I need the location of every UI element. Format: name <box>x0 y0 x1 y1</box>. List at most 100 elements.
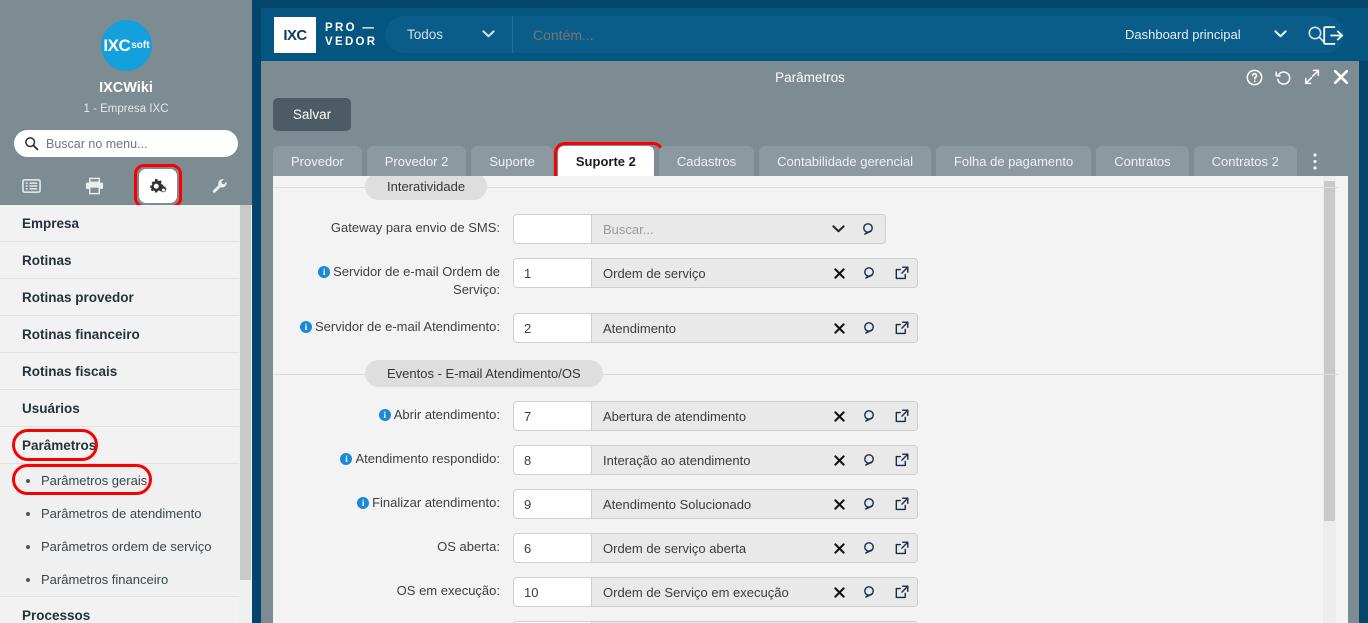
tab-bar: Provedor Provedor 2 Suporte Suporte 2 Ca… <box>273 142 1348 186</box>
search-icon[interactable] <box>855 446 886 474</box>
form-scrollbar-thumb[interactable] <box>1324 181 1335 521</box>
sidebar-item-empresa[interactable]: Empresa <box>0 205 252 242</box>
close-icon[interactable] <box>1332 68 1350 86</box>
id-input[interactable]: 6 <box>514 534 592 562</box>
logo-text: IXC <box>283 26 307 44</box>
sidebar-menu: Empresa Rotinas Rotinas provedor Rotinas… <box>0 205 252 623</box>
text-input[interactable]: Ordem de serviço aberta <box>592 534 824 562</box>
search-icon[interactable] <box>854 215 885 243</box>
tab-folha-de-pagamento[interactable]: Folha de pagamento <box>935 146 1092 176</box>
field-label: i Finalizar atendimento: <box>273 489 513 512</box>
sidebar-submenu: Parâmetros gerais Parâmetros de atendime… <box>0 464 252 597</box>
id-input[interactable]: 9 <box>514 490 592 518</box>
search-icon[interactable] <box>855 314 886 342</box>
sidebar-item-parametros-gerais[interactable]: Parâmetros gerais <box>0 464 252 497</box>
text-input[interactable]: Ordem de Serviço em execução <box>592 578 824 606</box>
list-icon[interactable] <box>0 167 63 205</box>
wrench-icon[interactable] <box>189 167 252 205</box>
open-external-icon[interactable] <box>886 446 917 474</box>
id-input[interactable]: 2 <box>514 314 592 342</box>
sidebar-item-rotinas-provedor[interactable]: Rotinas provedor <box>0 279 252 316</box>
dashboard-selector[interactable]: Dashboard principal <box>1107 16 1305 53</box>
sidebar-item-processos[interactable]: Processos <box>0 597 252 623</box>
sidebar-scrollbar-thumb[interactable] <box>240 205 251 580</box>
text-input[interactable]: Atendimento Solucionado <box>592 490 824 518</box>
open-external-icon[interactable] <box>886 490 917 518</box>
clear-icon[interactable] <box>824 578 855 606</box>
text-input[interactable]: Atendimento <box>592 314 824 342</box>
tab-label: Suporte <box>489 153 535 169</box>
sidebar-item-parametros-atendimento[interactable]: Parâmetros de atendimento <box>0 497 252 530</box>
clear-icon[interactable] <box>824 402 855 430</box>
search-icon[interactable] <box>855 490 886 518</box>
logout-icon[interactable] <box>1319 22 1347 48</box>
os-em-execucao-field[interactable]: 10 Ordem de Serviço em execução <box>513 577 918 607</box>
search-icon[interactable] <box>855 578 886 606</box>
search-scope-dropdown[interactable]: Todos <box>385 16 513 53</box>
form-row-abrir-atendimento: i Abrir atendimento: 7 Abertura de atendi… <box>273 401 1348 431</box>
text-input[interactable]: Abertura de atendimento <box>592 402 824 430</box>
open-external-icon[interactable] <box>886 402 917 430</box>
finalizar-atendimento-field[interactable]: 9 Atendimento Solucionado <box>513 489 918 519</box>
id-input[interactable]: 7 <box>514 402 592 430</box>
tab-provedor[interactable]: Provedor <box>273 146 362 176</box>
text-input[interactable]: Ordem de serviço <box>592 259 824 287</box>
tab-suporte-2[interactable]: Suporte 2 <box>553 142 664 186</box>
chevron-down-icon[interactable] <box>823 215 854 243</box>
clear-icon[interactable] <box>824 490 855 518</box>
id-input[interactable]: 1 <box>514 259 592 287</box>
tab-contratos-2[interactable]: Contratos 2 <box>1193 146 1297 176</box>
kebab-menu-icon[interactable] <box>1302 146 1328 176</box>
search-icon[interactable] <box>855 259 886 287</box>
clear-icon[interactable] <box>824 446 855 474</box>
gateway-sms-field[interactable]: Buscar... <box>513 214 886 244</box>
sidebar-item-parametros[interactable]: Parâmetros <box>0 427 252 464</box>
open-external-icon[interactable] <box>886 534 917 562</box>
open-external-icon[interactable] <box>886 578 917 606</box>
info-icon[interactable]: i <box>318 266 331 278</box>
text-input[interactable]: Interação ao atendimento <box>592 446 824 474</box>
os-aberta-field[interactable]: 6 Ordem de serviço aberta <box>513 533 918 563</box>
open-external-icon[interactable] <box>886 314 917 342</box>
abrir-atendimento-field[interactable]: 7 Abertura de atendimento <box>513 401 918 431</box>
menu-search-input[interactable] <box>46 136 228 151</box>
tab-label: Contabilidade gerencial <box>777 153 913 169</box>
menu-search-box[interactable] <box>14 130 238 157</box>
info-icon[interactable]: i <box>357 497 370 509</box>
search-icon[interactable] <box>855 402 886 430</box>
help-icon[interactable] <box>1245 68 1263 86</box>
tab-contabilidade-gerencial[interactable]: Contabilidade gerencial <box>759 146 931 176</box>
open-external-icon[interactable] <box>886 259 917 287</box>
info-icon[interactable]: i <box>340 453 353 465</box>
expand-icon[interactable] <box>1303 68 1321 86</box>
history-icon[interactable] <box>1274 68 1292 86</box>
sidebar-item-parametros-financeiro[interactable]: Parâmetros financeiro <box>0 563 252 596</box>
tab-provedor-2[interactable]: Provedor 2 <box>366 146 467 176</box>
id-input[interactable]: 8 <box>514 446 592 474</box>
clear-icon[interactable] <box>824 259 855 287</box>
tab-cadastros[interactable]: Cadastros <box>658 146 755 176</box>
servidor-email-os-field[interactable]: 1 Ordem de serviço <box>513 258 918 288</box>
tab-contratos[interactable]: Contratos <box>1096 146 1189 176</box>
search-icon[interactable] <box>855 534 886 562</box>
gears-icon[interactable] <box>126 167 189 205</box>
sidebar-item-rotinas[interactable]: Rotinas <box>0 242 252 279</box>
atendimento-respondido-field[interactable]: 8 Interação ao atendimento <box>513 445 918 475</box>
tab-suporte[interactable]: Suporte <box>471 146 553 176</box>
sidebar-item-usuarios[interactable]: Usuários <box>0 390 252 427</box>
info-icon[interactable]: i <box>300 321 313 333</box>
text-input[interactable]: Buscar... <box>592 215 823 243</box>
clear-icon[interactable] <box>824 534 855 562</box>
printer-icon[interactable] <box>63 167 126 205</box>
sidebar-item-parametros-ordem-servico[interactable]: Parâmetros ordem de serviço <box>0 530 252 563</box>
sidebar-item-rotinas-fiscais[interactable]: Rotinas fiscais <box>0 353 252 390</box>
id-input[interactable]: 10 <box>514 578 592 606</box>
chevron-down-icon <box>1274 29 1287 41</box>
servidor-email-atendimento-field[interactable]: 2 Atendimento <box>513 313 918 343</box>
search-icon <box>24 136 39 151</box>
id-input[interactable] <box>514 215 592 243</box>
clear-icon[interactable] <box>824 314 855 342</box>
sidebar-item-rotinas-financeiro[interactable]: Rotinas financeiro <box>0 316 252 353</box>
save-button[interactable]: Salvar <box>273 98 351 131</box>
info-icon[interactable]: i <box>378 409 391 421</box>
